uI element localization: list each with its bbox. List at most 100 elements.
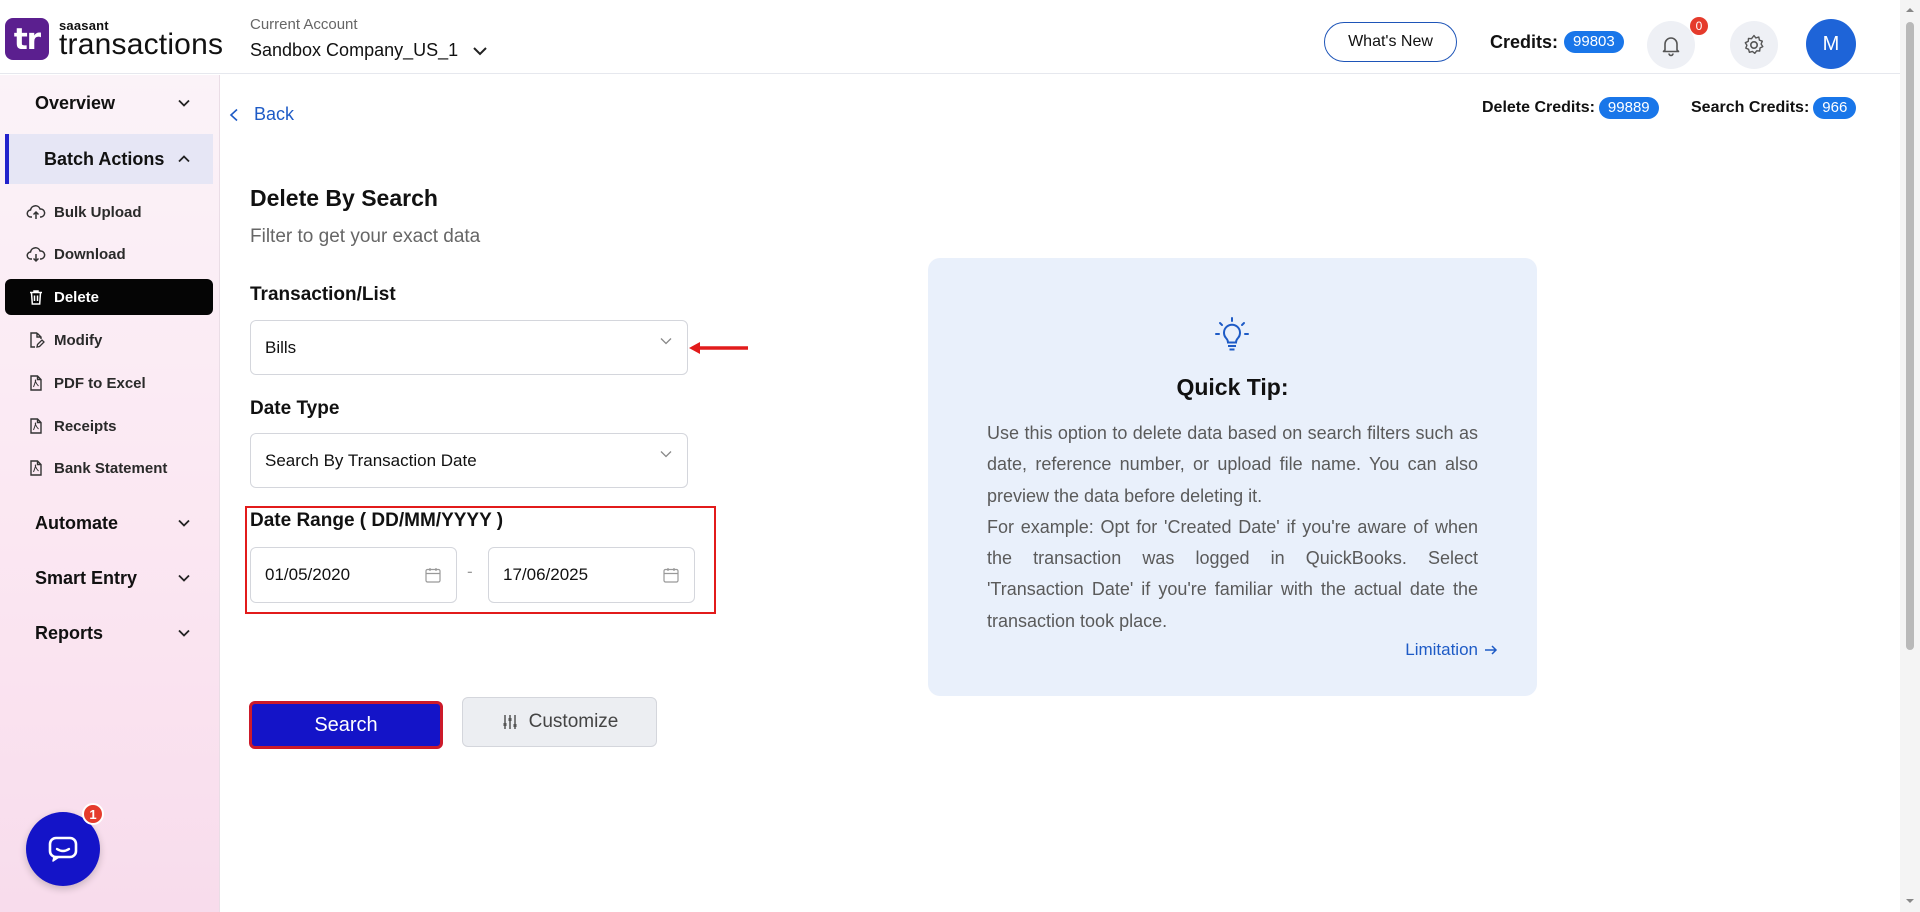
sidebar: Overview Batch Actions Bulk Upload Downl… bbox=[0, 75, 220, 912]
date-to-value: 17/06/2025 bbox=[503, 565, 589, 584]
scroll-up-arrow-icon[interactable] bbox=[1905, 5, 1915, 15]
notifications-badge: 0 bbox=[1690, 17, 1708, 35]
chat-badge: 1 bbox=[82, 803, 104, 825]
chevron-up-icon bbox=[178, 155, 190, 163]
transaction-list-value: Bills bbox=[265, 337, 297, 357]
sidebar-item-modify[interactable]: Modify bbox=[5, 322, 213, 358]
chevron-down-icon bbox=[178, 519, 190, 527]
credits-display: Credits: 99803 bbox=[1490, 31, 1624, 53]
sidebar-item-label: Bank Statement bbox=[54, 459, 168, 477]
chevron-left-icon bbox=[229, 108, 238, 121]
customize-label: Customize bbox=[528, 711, 619, 732]
sidebar-item-receipts[interactable]: Receipts bbox=[5, 408, 213, 444]
date-range-separator: - bbox=[467, 562, 473, 581]
sidebar-group-overview[interactable]: Overview bbox=[5, 78, 213, 128]
top-header: tr saasant transactions Current Account … bbox=[0, 0, 1900, 74]
sidebar-item-bank-statement[interactable]: Bank Statement bbox=[5, 450, 213, 486]
sidebar-item-bulk-upload[interactable]: Bulk Upload bbox=[5, 194, 213, 230]
scrollbar-thumb[interactable] bbox=[1906, 22, 1914, 650]
lightbulb-icon bbox=[1215, 317, 1249, 351]
logo-mark: tr bbox=[5, 18, 49, 60]
notifications-button[interactable] bbox=[1647, 21, 1695, 69]
chat-icon bbox=[48, 836, 78, 862]
transaction-list-label: Transaction/List bbox=[250, 284, 396, 305]
date-range-label: Date Range ( DD/MM/YYYY ) bbox=[250, 510, 504, 531]
sidebar-item-label: Bulk Upload bbox=[54, 203, 142, 221]
sidebar-item-delete[interactable]: Delete bbox=[5, 279, 213, 315]
limitation-label: Limitation bbox=[1405, 640, 1478, 659]
chevron-down-icon bbox=[660, 451, 672, 458]
quick-tip-title: Quick Tip: bbox=[1176, 374, 1289, 400]
sidebar-group-smart-entry[interactable]: Smart Entry bbox=[5, 553, 213, 603]
sidebar-group-reports[interactable]: Reports bbox=[5, 608, 213, 658]
delete-credits-label: Delete Credits: bbox=[1482, 99, 1595, 116]
sidebar-group-label: Overview bbox=[35, 92, 116, 113]
pdf-file-icon bbox=[26, 373, 46, 393]
pdf-file-icon bbox=[26, 458, 46, 478]
search-credits: Search Credits: 966 bbox=[1691, 97, 1857, 119]
transaction-list-select[interactable]: Bills bbox=[250, 320, 688, 375]
calendar-icon bbox=[663, 568, 679, 583]
logo-product-text: transactions bbox=[59, 27, 224, 61]
arrow-left-icon bbox=[689, 342, 748, 354]
sidebar-group-label: Reports bbox=[35, 622, 104, 643]
pdf-file-icon bbox=[26, 416, 46, 436]
sidebar-item-pdf-to-excel[interactable]: PDF to Excel bbox=[5, 365, 213, 401]
cloud-upload-icon bbox=[26, 202, 46, 222]
gear-icon bbox=[1744, 34, 1764, 54]
page-title: Delete By Search bbox=[250, 185, 438, 211]
date-type-select[interactable]: Search By Transaction Date bbox=[250, 433, 688, 488]
sidebar-group-automate[interactable]: Automate bbox=[5, 498, 213, 548]
limitation-link[interactable]: Limitation bbox=[1405, 640, 1499, 660]
quick-tip-paragraph: Use this option to delete data based on … bbox=[987, 423, 1478, 506]
chevron-down-icon bbox=[473, 46, 487, 55]
cloud-download-icon bbox=[26, 244, 46, 264]
whats-new-button[interactable]: What's New bbox=[1324, 22, 1457, 62]
sidebar-item-label: Download bbox=[54, 245, 126, 263]
sidebar-item-label: Modify bbox=[54, 331, 103, 349]
page-scrollbar[interactable] bbox=[1900, 0, 1920, 912]
sidebar-group-label: Smart Entry bbox=[35, 567, 138, 588]
date-from-value: 01/05/2020 bbox=[265, 565, 351, 584]
sidebar-item-download[interactable]: Download bbox=[5, 236, 213, 272]
user-avatar[interactable]: M bbox=[1806, 19, 1856, 69]
back-link[interactable]: Back bbox=[228, 104, 294, 125]
calendar-icon bbox=[425, 568, 441, 583]
settings-button[interactable] bbox=[1730, 21, 1778, 69]
chevron-down-icon bbox=[178, 574, 190, 582]
sidebar-item-label: PDF to Excel bbox=[54, 374, 146, 392]
delete-credits: Delete Credits: 99889 bbox=[1482, 97, 1659, 119]
account-switcher[interactable]: Current Account Sandbox Company_US_1 bbox=[250, 16, 488, 61]
customize-button[interactable]: Customize bbox=[462, 697, 657, 747]
credits-label: Credits: bbox=[1490, 31, 1559, 52]
chevron-down-icon bbox=[660, 338, 672, 345]
file-edit-icon bbox=[26, 330, 46, 350]
sidebar-item-label: Delete bbox=[54, 288, 100, 306]
date-type-label: Date Type bbox=[250, 398, 340, 419]
page-subtitle: Filter to get your exact data bbox=[250, 226, 481, 247]
bell-icon bbox=[1662, 37, 1680, 57]
app-logo[interactable]: tr saasant transactions bbox=[5, 18, 223, 60]
account-label: Current Account bbox=[250, 16, 358, 33]
sidebar-group-label: Batch Actions bbox=[44, 148, 165, 169]
sidebar-item-label: Receipts bbox=[54, 417, 117, 435]
date-from-input[interactable]: 01/05/2020 bbox=[250, 547, 457, 603]
date-type-value: Search By Transaction Date bbox=[265, 450, 477, 470]
date-to-input[interactable]: 17/06/2025 bbox=[488, 547, 695, 603]
quick-tip-paragraph: For example: Opt for 'Created Date' if y… bbox=[987, 516, 1478, 631]
search-credits-label: Search Credits: bbox=[1691, 99, 1810, 116]
search-credits-badge: 966 bbox=[1813, 97, 1857, 119]
quick-tip-panel: Quick Tip: Use this option to delete dat… bbox=[928, 258, 1537, 696]
sidebar-group-label: Automate bbox=[35, 512, 119, 533]
delete-credits-badge: 99889 bbox=[1598, 97, 1659, 119]
chevron-down-icon bbox=[178, 629, 190, 637]
search-button[interactable]: Search bbox=[249, 701, 443, 749]
scroll-down-arrow-icon[interactable] bbox=[1905, 896, 1915, 906]
trash-icon bbox=[26, 287, 46, 307]
sidebar-group-batch-actions[interactable]: Batch Actions bbox=[5, 134, 213, 184]
sliders-icon bbox=[503, 715, 517, 729]
credits-badge: 99803 bbox=[1564, 31, 1624, 53]
quick-tip-text: Use this option to delete data based on … bbox=[987, 418, 1478, 637]
account-dropdown[interactable]: Sandbox Company_US_1 bbox=[250, 40, 488, 61]
chevron-down-icon bbox=[178, 99, 190, 107]
